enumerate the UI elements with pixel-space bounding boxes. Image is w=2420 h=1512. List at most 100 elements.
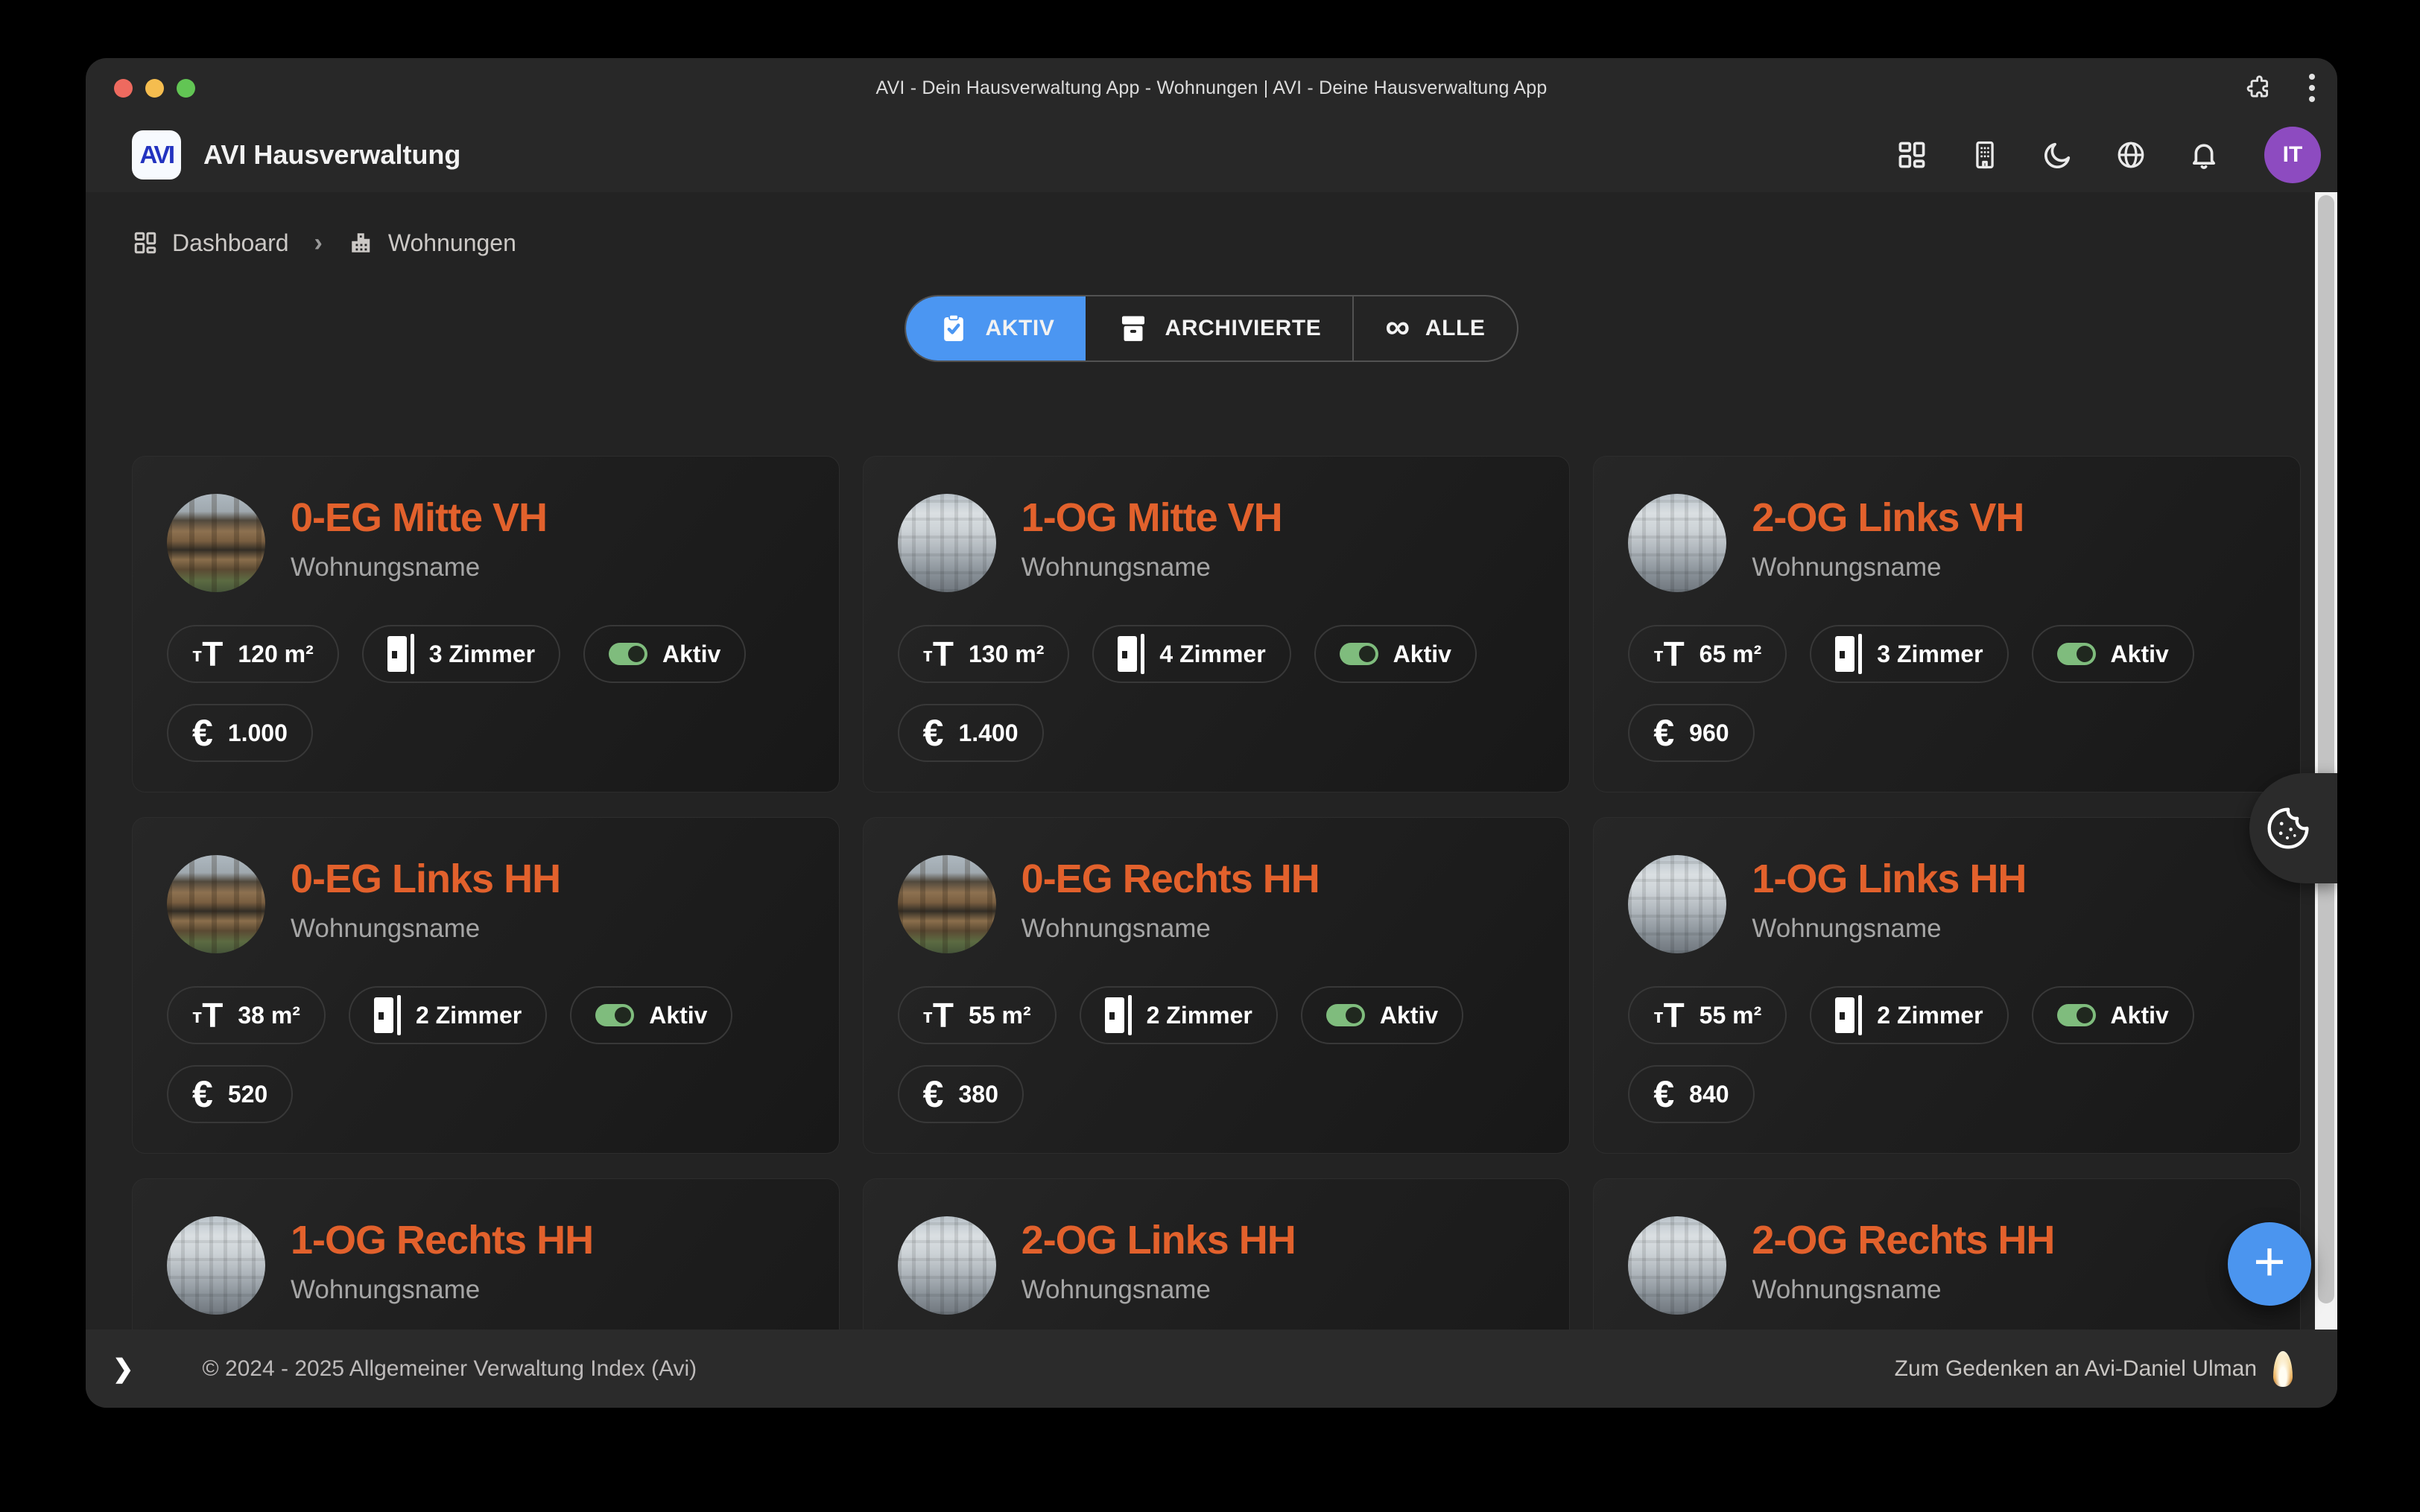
- scrollbar-thumb[interactable]: [2318, 195, 2334, 1303]
- zoom-button[interactable]: [177, 79, 195, 98]
- tab-archivierte-label: ARCHIVIERTE: [1165, 316, 1321, 341]
- status-chip: Aktiv: [1301, 986, 1463, 1044]
- price-chip-label: 1.000: [228, 720, 288, 747]
- moon-icon[interactable]: [2041, 138, 2075, 172]
- tab-aktiv-label: AKTIV: [985, 316, 1054, 341]
- toggle-on-icon: [1326, 1004, 1365, 1026]
- door-icon: [387, 634, 414, 674]
- avatar[interactable]: IT: [2264, 127, 2321, 183]
- apartment-card[interactable]: 0-EG Links HH Wohnungsname тT 38 m² 2 Zi…: [132, 817, 840, 1154]
- card-subtitle: Wohnungsname: [291, 914, 560, 944]
- browser-menu-icon[interactable]: [2306, 71, 2318, 105]
- minimize-button[interactable]: [145, 79, 164, 98]
- breadcrumb: Dashboard › Wohnungen: [86, 192, 2337, 259]
- card-subtitle: Wohnungsname: [1752, 914, 2026, 944]
- apartment-photo: [1628, 855, 1726, 953]
- memorial-text: Zum Gedenken an Avi-Daniel Ulman: [1895, 1356, 2257, 1382]
- breadcrumb-wohnungen: Wohnungen: [388, 229, 516, 257]
- browser-tab-title: AVI - Dein Hausverwaltung App - Wohnunge…: [876, 77, 1548, 99]
- price-chip: € 1.000: [167, 704, 313, 762]
- area-chip: тT 120 m²: [167, 625, 339, 683]
- text-size-icon: тT: [923, 995, 954, 1035]
- apartment-card[interactable]: 1-OG Links HH Wohnungsname тT 55 m² 2 Zi…: [1593, 817, 2301, 1154]
- toggle-on-icon: [2057, 1004, 2096, 1026]
- building-icon[interactable]: [1968, 138, 2002, 172]
- price-chip: € 840: [1628, 1065, 1754, 1123]
- apartment-card[interactable]: 0-EG Rechts HH Wohnungsname тT 55 m² 2 Z…: [863, 817, 1571, 1154]
- app-logo[interactable]: AVI: [132, 130, 181, 180]
- window-controls: [114, 58, 195, 118]
- memorial-candle-icon: [2273, 1351, 2293, 1387]
- rooms-chip: 2 Zimmer: [349, 986, 547, 1044]
- infinity-icon: ∞: [1385, 309, 1410, 343]
- globe-icon[interactable]: [2114, 138, 2148, 172]
- archive-icon: [1117, 312, 1150, 345]
- extensions-puzzle-icon[interactable]: [2245, 74, 2273, 102]
- card-subtitle: Wohnungsname: [1021, 553, 1282, 582]
- apartment-photo: [1628, 1216, 1726, 1315]
- card-title: 2-OG Links VH: [1752, 497, 2024, 539]
- text-size-icon: тT: [192, 995, 223, 1035]
- apartment-photo: [167, 1216, 265, 1315]
- status-chip: Aktiv: [2032, 986, 2194, 1044]
- status-chip: Aktiv: [2032, 625, 2194, 683]
- card-title: 2-OG Rechts HH: [1752, 1219, 2054, 1262]
- toggle-on-icon: [2057, 643, 2096, 665]
- add-wohnung-button[interactable]: +: [2228, 1222, 2311, 1306]
- door-icon: [1118, 634, 1144, 674]
- tab-alle[interactable]: ∞ ALLE: [1352, 296, 1516, 360]
- dashboard-icon[interactable]: [1895, 138, 1929, 172]
- apartment-card[interactable]: 1-OG Rechts HH Wohnungsname тT €: [132, 1178, 840, 1330]
- rooms-chip: 4 Zimmer: [1092, 625, 1290, 683]
- browser-window: AVI - Dein Hausverwaltung App - Wohnunge…: [86, 58, 2337, 1408]
- apartment-card[interactable]: 2-OG Rechts HH Wohnungsname тT €: [1593, 1178, 2301, 1330]
- apartment-photo: [898, 494, 996, 592]
- euro-icon: €: [1653, 714, 1674, 752]
- card-subtitle: Wohnungsname: [291, 1275, 593, 1305]
- apartment-card[interactable]: 2-OG Links VH Wohnungsname тT 65 m² 3 Zi…: [1593, 456, 2301, 792]
- expand-sidebar-chevron-icon[interactable]: ❯: [113, 1354, 134, 1384]
- status-chip: Aktiv: [570, 986, 732, 1044]
- copyright-text: © 2024 - 2025 Allgemeiner Verwaltung Ind…: [203, 1356, 697, 1382]
- card-subtitle: Wohnungsname: [1021, 1275, 1296, 1305]
- door-icon: [374, 995, 401, 1035]
- rooms-chip-label: 3 Zimmer: [429, 641, 535, 668]
- rooms-chip-label: 2 Zimmer: [1877, 1002, 1983, 1029]
- tab-archivierte[interactable]: ARCHIVIERTE: [1086, 296, 1352, 360]
- apartment-card[interactable]: 2-OG Links HH Wohnungsname тT €: [863, 1178, 1571, 1330]
- rooms-chip: 2 Zimmer: [1810, 986, 2008, 1044]
- close-button[interactable]: [114, 79, 133, 98]
- rooms-chip-label: 2 Zimmer: [1147, 1002, 1252, 1029]
- apartment-card[interactable]: 1-OG Mitte VH Wohnungsname тT 130 m² 4 Z…: [863, 456, 1571, 792]
- cards-grid: 0-EG Mitte VH Wohnungsname тT 120 m² 3 Z…: [132, 456, 2301, 1330]
- app-header: AVI AVI Hausverwaltung: [86, 118, 2337, 192]
- area-chip-label: 55 m²: [969, 1002, 1031, 1029]
- tab-aktiv[interactable]: AKTIV: [906, 296, 1086, 360]
- price-chip-label: 840: [1689, 1081, 1729, 1108]
- footer: ❯ © 2024 - 2025 Allgemeiner Verwaltung I…: [86, 1330, 2337, 1408]
- card-subtitle: Wohnungsname: [291, 553, 547, 582]
- breadcrumb-dashboard-link[interactable]: Dashboard: [172, 229, 289, 257]
- main-content: Dashboard › Wohnungen: [86, 192, 2337, 1330]
- bell-icon[interactable]: [2187, 138, 2221, 172]
- rooms-chip-label: 4 Zimmer: [1159, 641, 1265, 668]
- scrollbar-track[interactable]: [2315, 192, 2337, 1330]
- door-icon: [1105, 995, 1132, 1035]
- text-size-icon: тT: [1653, 634, 1684, 674]
- clipboard-check-icon: [937, 312, 970, 345]
- status-chip-label: Aktiv: [649, 1002, 707, 1029]
- area-chip-label: 120 m²: [238, 641, 313, 668]
- status-chip-label: Aktiv: [1393, 641, 1451, 668]
- price-chip-label: 380: [958, 1081, 998, 1108]
- dashboard-grid-icon: [132, 229, 159, 256]
- euro-icon: €: [192, 1076, 213, 1113]
- price-chip-label: 1.400: [958, 720, 1018, 747]
- apartment-photo: [1628, 494, 1726, 592]
- status-chip-label: Aktiv: [1380, 1002, 1438, 1029]
- card-subtitle: Wohnungsname: [1021, 914, 1320, 944]
- door-icon: [1835, 634, 1862, 674]
- apartment-card[interactable]: 0-EG Mitte VH Wohnungsname тT 120 m² 3 Z…: [132, 456, 840, 792]
- price-chip: € 380: [898, 1065, 1024, 1123]
- toggle-on-icon: [1340, 643, 1378, 665]
- area-chip: тT 55 m²: [1628, 986, 1787, 1044]
